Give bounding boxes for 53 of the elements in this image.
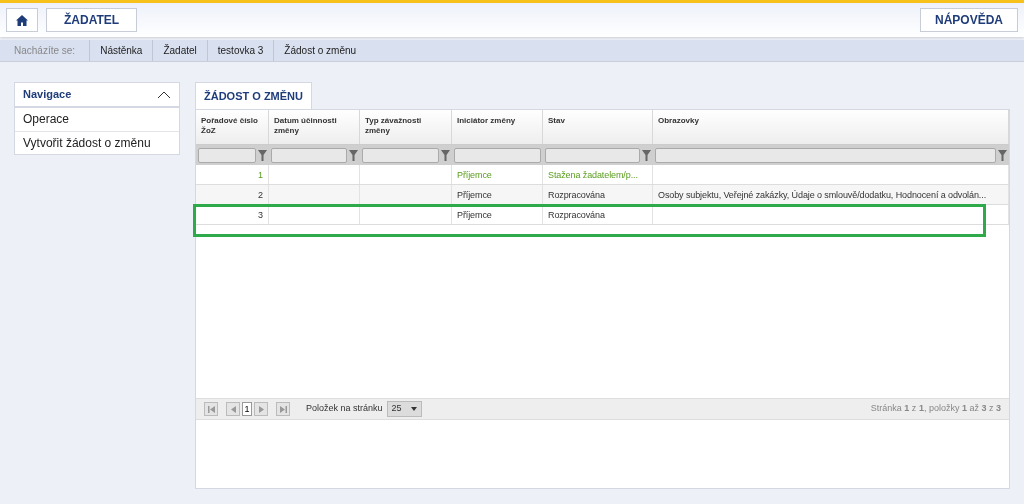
table-cell: 3: [258, 210, 263, 220]
filter-field[interactable]: [362, 147, 439, 163]
home-button[interactable]: [6, 8, 38, 32]
filter-field[interactable]: [198, 147, 256, 163]
filter-icon[interactable]: [349, 149, 358, 161]
filter-field[interactable]: [655, 147, 996, 163]
breadcrumb-link[interactable]: Nástěnka: [90, 40, 154, 61]
pager-button[interactable]: [254, 402, 268, 416]
table-cell: Rozpracována: [548, 210, 605, 220]
pager-button[interactable]: [276, 402, 290, 416]
pager-button[interactable]: [226, 402, 240, 416]
breadcrumb-link[interactable]: Žádost o změnu: [274, 40, 367, 61]
filter-field[interactable]: [454, 147, 541, 163]
column-header[interactable]: Stav: [543, 110, 653, 144]
pager-button[interactable]: [204, 402, 218, 416]
page-size-label: Položek na stránku: [306, 402, 383, 416]
pager-arrow-icon: [257, 405, 265, 413]
column-header[interactable]: Iniciátor změny: [452, 110, 543, 144]
table-cell: 1: [258, 170, 263, 180]
pager-summary: Stránka 1 z 1, položky 1 až 3 z 3: [870, 402, 1001, 416]
filter-icon[interactable]: [642, 149, 651, 161]
filter-field[interactable]: [545, 147, 640, 163]
pager-arrow-icon: [207, 405, 215, 413]
table-cell: Příjemce: [457, 190, 492, 200]
column-header[interactable]: Datum účinnosti změny: [269, 110, 360, 144]
filter-field[interactable]: [271, 147, 347, 163]
header-button[interactable]: ŽADATEL: [46, 8, 138, 32]
breadcrumb-link[interactable]: testovka 3: [207, 40, 275, 61]
table-cell: 2: [258, 190, 263, 200]
help-button[interactable]: NÁPOVĚDA: [920, 8, 1018, 32]
breadcrumb-link[interactable]: Žadatel: [153, 40, 208, 61]
pager-arrow-icon: [229, 405, 237, 413]
filter-icon[interactable]: [998, 149, 1007, 161]
page-number[interactable]: 1: [242, 402, 252, 416]
pager-arrow-icon: [279, 405, 287, 413]
caret-icon: [410, 407, 417, 411]
page-size-dropdown[interactable]: 25: [386, 401, 422, 417]
home-icon: [16, 14, 28, 26]
filter-icon[interactable]: [258, 149, 267, 161]
panel-tab[interactable]: ŽÁDOST O ZMĚNU: [195, 82, 312, 109]
table-cell: Osoby subjektu, Veřejné zakázky, Údaje o smlouvě/dodatku, Hodnocení a odvolán...: [658, 190, 987, 200]
column-header[interactable]: Typ závažnosti změny: [360, 110, 452, 144]
table-cell: Příjemce: [457, 210, 492, 220]
table-cell: Stažena žadatelem/p...: [548, 170, 638, 180]
navigation-header[interactable]: Navigace: [15, 83, 179, 108]
column-header[interactable]: Obrazovky: [653, 110, 1009, 144]
navigation-item[interactable]: Vytvořit žádost o změnu: [15, 131, 179, 154]
navigation-item[interactable]: Operace: [15, 108, 179, 131]
filter-icon[interactable]: [441, 149, 450, 161]
table-cell: Příjemce: [457, 170, 492, 180]
column-header[interactable]: Pořadové číslo ŽoZ: [196, 110, 269, 144]
table-cell: Rozpracována: [548, 190, 605, 200]
breadcrumb-label: Nacházíte se:: [0, 40, 91, 61]
